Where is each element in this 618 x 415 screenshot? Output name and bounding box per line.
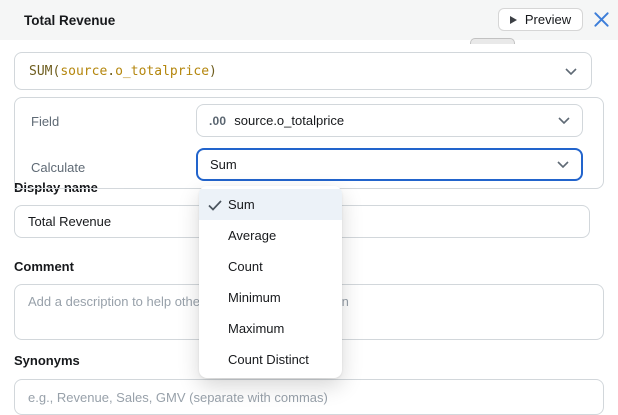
card-bottom-border-line — [14, 188, 124, 189]
partially-hidden-element — [470, 38, 515, 44]
menu-item-label: Count — [228, 259, 263, 274]
chevron-down-icon — [565, 68, 577, 75]
field-dropdown[interactable]: .00 source.o_totalprice — [196, 104, 583, 137]
field-label: Field — [31, 98, 59, 144]
formula-select[interactable]: SUM(source.o_totalprice) — [14, 52, 592, 90]
calculate-menu: Sum Average Count Minimum Maximum Count … — [199, 186, 342, 378]
calculate-dropdown-value: Sum — [210, 157, 237, 172]
menu-item-maximum[interactable]: Maximum — [199, 313, 342, 344]
menu-item-label: Average — [228, 228, 276, 243]
metric-editor-panel: { "header": { "title": "Total Revenue", … — [0, 0, 618, 403]
menu-item-minimum[interactable]: Minimum — [199, 282, 342, 313]
calculate-dropdown[interactable]: Sum — [196, 148, 583, 181]
menu-item-sum[interactable]: Sum — [199, 189, 342, 220]
menu-item-average[interactable]: Average — [199, 220, 342, 251]
synonyms-input[interactable] — [14, 379, 604, 415]
preview-button-label: Preview — [525, 12, 571, 27]
play-icon — [510, 16, 517, 24]
formula-dot: . — [107, 64, 115, 79]
formula-expression: SUM(source.o_totalprice) — [29, 64, 217, 79]
synonyms-label: Synonyms — [14, 353, 80, 368]
formula-column: o_totalprice — [115, 64, 209, 79]
field-dropdown-value: source.o_totalprice — [234, 113, 344, 128]
numeric-type-icon: .00 — [209, 114, 226, 128]
comment-label: Comment — [14, 259, 74, 274]
chevron-down-icon — [557, 161, 569, 168]
menu-item-label: Count Distinct — [228, 352, 309, 367]
formula-keyword: SUM( — [29, 64, 60, 79]
preview-button[interactable]: Preview — [498, 8, 583, 31]
menu-item-label: Sum — [228, 197, 255, 212]
close-icon[interactable] — [592, 10, 610, 28]
aggregation-card: Field .00 source.o_totalprice Calculate … — [14, 97, 604, 189]
menu-item-count[interactable]: Count — [199, 251, 342, 282]
menu-item-label: Maximum — [228, 321, 284, 336]
check-icon — [208, 199, 222, 214]
menu-item-label: Minimum — [228, 290, 281, 305]
chevron-down-icon — [558, 117, 570, 124]
formula-table: source — [60, 64, 107, 79]
formula-close-paren: ) — [209, 64, 217, 79]
panel-header: Total Revenue Preview — [0, 0, 618, 40]
menu-item-count-distinct[interactable]: Count Distinct — [199, 344, 342, 375]
panel-title: Total Revenue — [24, 0, 115, 40]
